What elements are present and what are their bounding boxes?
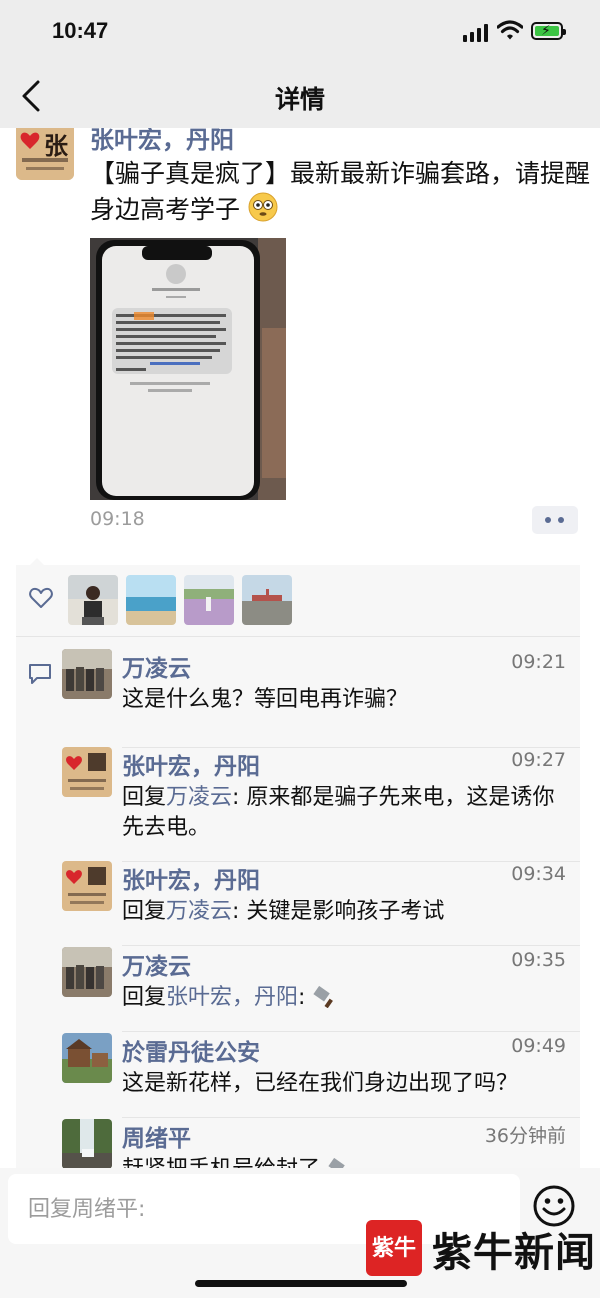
watermark-text: 紫牛新闻 bbox=[432, 1229, 596, 1276]
comment-time: 09:34 bbox=[511, 863, 566, 885]
post-photo[interactable] bbox=[90, 238, 286, 500]
commenter-avatar[interactable] bbox=[62, 1119, 112, 1168]
reply-prefix: 回复 bbox=[122, 785, 167, 810]
flushed-face-emoji-icon bbox=[248, 192, 278, 222]
like-avatar-man[interactable] bbox=[68, 575, 118, 625]
reply-target-name[interactable]: 万凌云 bbox=[166, 785, 232, 810]
post-time: 09:18 bbox=[90, 508, 145, 530]
commenter-name[interactable]: 万凌云 bbox=[122, 649, 191, 683]
commenter-name[interactable]: 张叶宏，丹阳 bbox=[122, 861, 260, 895]
comment-time: 09:21 bbox=[511, 651, 566, 673]
like-avatar-beach[interactable] bbox=[126, 575, 176, 625]
cleaver-knife-emoji-icon bbox=[328, 1158, 345, 1168]
comment-body: 这是什么鬼？等回电再诈骗？ bbox=[122, 687, 409, 712]
comment-divider bbox=[122, 1117, 580, 1118]
commenter-avatar[interactable] bbox=[62, 1033, 112, 1083]
moment-post: 张 张叶宏，丹阳 【骗子真是疯了】最新最新诈骗套路，请提醒身边高考学子 09:1… bbox=[0, 128, 600, 1168]
author-avatar[interactable]: 张 bbox=[16, 128, 74, 180]
comment-body: 这是新花样，已经在我们身边出现了吗？ bbox=[122, 1071, 519, 1096]
post-text: 【骗子真是疯了】最新最新诈骗套路，请提醒身边高考学子 bbox=[90, 156, 590, 228]
status-time: 10:47 bbox=[52, 18, 109, 43]
like-avatar-flowers[interactable] bbox=[184, 575, 234, 625]
post-author-name[interactable]: 张叶宏，丹阳 bbox=[90, 128, 234, 155]
wifi-icon bbox=[497, 20, 523, 40]
comment-text: 这是新花样，已经在我们身边出现了吗？ bbox=[122, 1069, 570, 1099]
reply-target-name[interactable]: 万凌云 bbox=[166, 899, 232, 924]
seal-char: 张 bbox=[44, 131, 68, 160]
cleaver-knife-emoji-icon bbox=[313, 986, 334, 1008]
commenter-name[interactable]: 於雷丹徒公安 bbox=[122, 1033, 260, 1067]
battery-charging-icon: ⚡ bbox=[531, 22, 566, 40]
reply-prefix: 回复 bbox=[122, 985, 167, 1010]
comment-body: 赶紧把手机号给封了 bbox=[122, 1157, 320, 1168]
commenter-name[interactable]: 周绪平 bbox=[122, 1119, 191, 1153]
comment-item[interactable]: 万凌云 09:35 回复张叶宏，丹阳: bbox=[62, 947, 580, 1033]
likes-divider bbox=[16, 636, 580, 637]
comment-text: 回复万凌云: 关键是影响孩子考试 bbox=[122, 897, 570, 927]
comment-bubble-icon bbox=[29, 664, 51, 684]
comment-divider bbox=[122, 945, 580, 946]
comment-time: 36分钟前 bbox=[484, 1125, 566, 1147]
post-text-content: 【骗子真是疯了】最新最新诈骗套路，请提醒身边高考学子 bbox=[90, 159, 591, 224]
comment-item[interactable]: 周绪平 36分钟前 赶紧把手机号给封了 bbox=[62, 1119, 580, 1168]
cellular-signal-icon bbox=[463, 24, 489, 42]
heart-icon bbox=[29, 587, 53, 608]
comment-text: 回复万凌云: 原来都是骗子先来电，这是诱你先去电。 bbox=[122, 783, 570, 843]
nav-bar: 详情 bbox=[0, 64, 600, 128]
interaction-panel: 万凌云 09:21 这是什么鬼？等回电再诈骗？ 张叶宏，丹阳 09:27 回复万… bbox=[16, 558, 580, 1168]
comment-item[interactable]: 万凌云 09:21 这是什么鬼？等回电再诈骗？ bbox=[62, 649, 580, 749]
comment-time: 09:27 bbox=[511, 749, 566, 771]
commenter-avatar[interactable] bbox=[62, 861, 112, 911]
comment-item[interactable]: 张叶宏，丹阳 09:34 回复万凌云: 关键是影响孩子考试 bbox=[62, 861, 580, 947]
reply-prefix: 回复 bbox=[122, 899, 167, 924]
commenter-name[interactable]: 张叶宏，丹阳 bbox=[122, 747, 260, 781]
comment-item[interactable]: 张叶宏，丹阳 09:27 回复万凌云: 原来都是骗子先来电，这是诱你先去电。 bbox=[62, 747, 580, 863]
sms-screenshot-photo bbox=[90, 238, 286, 500]
home-indicator[interactable] bbox=[195, 1280, 407, 1287]
commenter-name[interactable]: 万凌云 bbox=[122, 947, 191, 981]
comment-divider bbox=[122, 1031, 580, 1032]
comment-text: 这是什么鬼？等回电再诈骗？ bbox=[122, 685, 570, 715]
comment-time: 09:49 bbox=[511, 1035, 566, 1057]
comment-body: : bbox=[298, 985, 313, 1010]
comment-text: 赶紧把手机号给封了 bbox=[122, 1155, 570, 1168]
comment-item[interactable]: 於雷丹徒公安 09:49 这是新花样，已经在我们身边出现了吗？ bbox=[62, 1033, 580, 1119]
reply-bar: 紫牛 紫牛新闻 bbox=[0, 1168, 600, 1298]
like-avatar-runway[interactable] bbox=[242, 575, 292, 625]
commenter-avatar[interactable] bbox=[62, 649, 112, 699]
comment-text: 回复张叶宏，丹阳: bbox=[122, 983, 570, 1013]
more-actions-button[interactable] bbox=[532, 506, 578, 534]
commenter-avatar[interactable] bbox=[62, 947, 112, 997]
comment-body: : 关键是影响孩子考试 bbox=[232, 899, 445, 924]
comment-time: 09:35 bbox=[511, 949, 566, 971]
commenter-avatar[interactable] bbox=[62, 747, 112, 797]
page-title: 详情 bbox=[274, 85, 325, 114]
reply-target-name[interactable]: 张叶宏，丹阳 bbox=[166, 985, 298, 1010]
watermark-logo: 紫牛 bbox=[366, 1220, 422, 1276]
status-bar: 10:47 ⚡ bbox=[0, 0, 600, 64]
